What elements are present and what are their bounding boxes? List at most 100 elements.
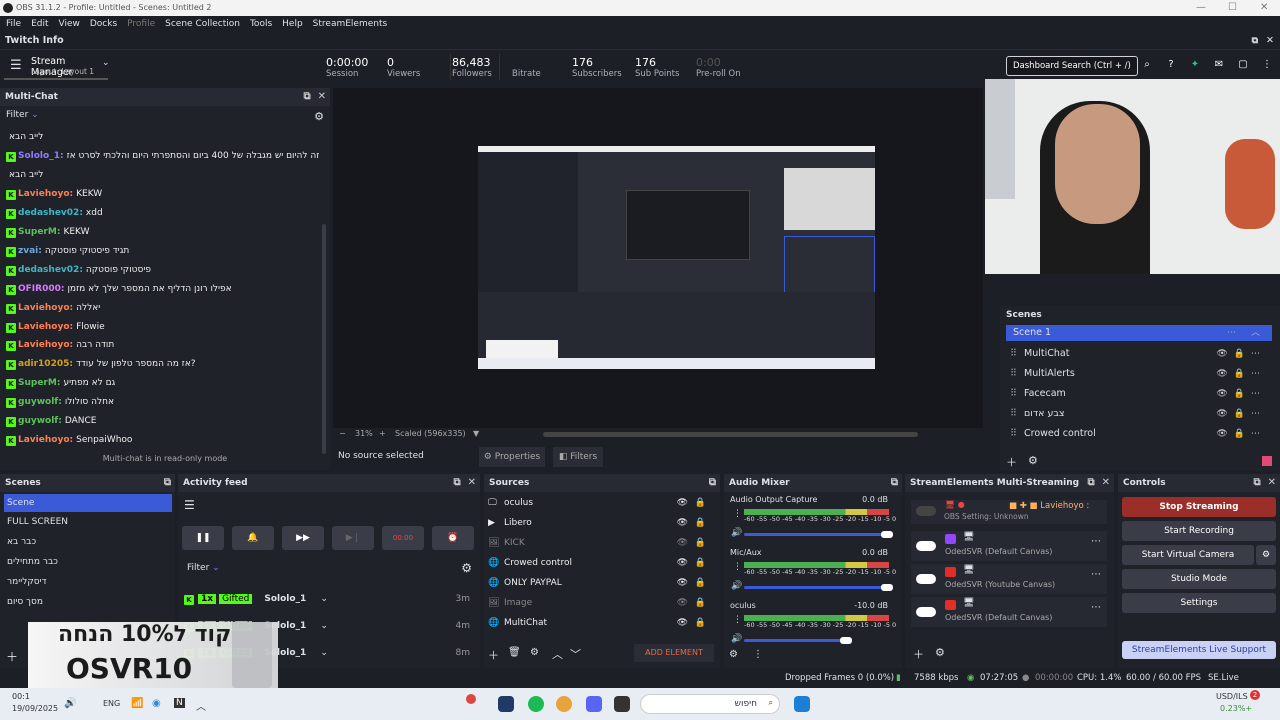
lock-icon[interactable]: 🔒 (695, 614, 706, 632)
activity-filter-button[interactable]: Filter ⌄ (187, 563, 220, 573)
spotify-icon[interactable] (528, 696, 544, 712)
source-item[interactable]: 🖵 oculus 👁 🔒 (488, 494, 712, 512)
source-item[interactable]: 🖼 Image 👁 🔒 (488, 594, 712, 612)
windows-start-icon[interactable] (794, 696, 810, 712)
live-support-button[interactable]: StreamElements Live Support (1122, 641, 1276, 659)
speaker-icon[interactable]: 🔊 (731, 634, 742, 644)
float-icon[interactable]: ⧉ (891, 474, 898, 492)
more-icon[interactable]: ⋯ (1091, 569, 1101, 580)
channel-menu-icon[interactable]: ⋮ (733, 509, 742, 519)
float-close-icons[interactable]: ⧉ ✕ (1088, 474, 1110, 492)
language-indicator[interactable]: ENG (103, 699, 120, 708)
float-icon[interactable]: ⧉ (709, 474, 716, 492)
preview-hscrollbar[interactable] (543, 432, 918, 437)
lock-icon[interactable]: 🔒 (695, 534, 706, 552)
slider-handle[interactable] (840, 637, 853, 644)
scene-item-disclaimer[interactable]: דיסקליימר (4, 573, 47, 591)
gear-icon[interactable]: ⚙ (530, 647, 539, 658)
speaker-icon[interactable]: 🔊 (731, 581, 742, 591)
more-icon[interactable]: ⋯ (1091, 602, 1101, 613)
more-icon[interactable]: ⋯ (1091, 536, 1101, 547)
chat-username[interactable]: dedashev02: (18, 208, 83, 218)
toggle-switch[interactable] (916, 541, 936, 551)
chat-icon[interactable]: ▢ (1236, 58, 1250, 72)
volume-slider[interactable] (744, 637, 853, 644)
menu-help[interactable]: Help (282, 19, 303, 29)
menu-file[interactable]: File (6, 19, 21, 29)
pause-button[interactable]: ❚❚ (182, 526, 224, 550)
gear-icon[interactable]: ⚙ (461, 561, 472, 575)
chevron-up-icon[interactable]: ︿ (196, 698, 206, 713)
bell-icon[interactable]: 🔔 (232, 526, 274, 550)
chat-username[interactable]: OFIR000: (18, 284, 64, 294)
chat-username[interactable]: Laviehoyo: (18, 303, 73, 313)
minimize-icon[interactable]: — (1196, 0, 1206, 16)
more-icon[interactable]: ⋮ (1260, 58, 1274, 72)
scene-item-crowed-control[interactable]: ⠿ Crowed control 👁🔒⋯ (1006, 426, 1272, 442)
move-up-icon[interactable]: ︿ (552, 646, 563, 662)
source-item[interactable]: ▶ Libero 👁 🔒 (488, 514, 712, 532)
gear-icon[interactable]: ⚙ (935, 646, 945, 659)
eye-icon[interactable]: 👁 (677, 534, 688, 552)
chevron-down-icon[interactable]: ⌄ (320, 594, 328, 604)
mail-icon[interactable]: ✉ (1212, 58, 1226, 72)
toggle-switch[interactable] (916, 607, 936, 617)
help-icon[interactable]: ? (1164, 58, 1178, 72)
chat-username[interactable]: guywolf: (18, 397, 62, 407)
studio-mode-button[interactable]: Studio Mode (1122, 569, 1276, 589)
dashboard-search-input[interactable]: Dashboard Search (Ctrl + /) (1006, 56, 1138, 76)
lock-icon[interactable]: 🔒 (695, 554, 706, 572)
chat-username[interactable]: zvai: (18, 246, 42, 256)
scene-item-coming[interactable]: כבר בא (4, 533, 36, 551)
discord-icon[interactable] (586, 696, 602, 712)
move-down-icon[interactable]: ﹀ (570, 646, 581, 662)
menu-profile[interactable]: Profile (127, 19, 155, 29)
close-icon[interactable]: ✕ (1266, 32, 1274, 50)
virtual-camera-gear-icon[interactable]: ⚙ (1256, 545, 1276, 565)
volume-icon[interactable]: 🔊 (64, 698, 76, 709)
start-recording-button[interactable]: Start Recording (1122, 521, 1276, 541)
gear-icon[interactable]: ⚙ (314, 110, 324, 123)
scene-item-multichat[interactable]: ⠿ MultiChat 👁🔒⋯ (1006, 346, 1272, 362)
zoom-in-button[interactable]: + (379, 429, 386, 438)
chat-username[interactable]: Sololo_1: (18, 151, 64, 161)
add-scene-icon[interactable]: ＋ (1006, 454, 1017, 470)
eye-icon[interactable]: 👁 (677, 514, 688, 532)
slider-handle[interactable] (881, 584, 893, 591)
chevron-down-icon[interactable]: ⌄ (320, 621, 328, 631)
slider-handle[interactable] (881, 531, 893, 538)
eye-icon[interactable]: 👁 (677, 594, 688, 612)
edge-icon[interactable]: ◉ (152, 698, 161, 709)
scene-item-end-screen[interactable]: מסך סיום (4, 593, 43, 611)
eye-icon[interactable]: 👁 (677, 614, 688, 632)
menu-view[interactable]: View (59, 19, 80, 29)
add-source-icon[interactable]: ＋ (488, 647, 499, 663)
rec-timer[interactable]: 00:00 (382, 526, 424, 550)
toggle-switch[interactable] (916, 506, 936, 516)
eye-icon[interactable]: 👁 (677, 494, 688, 512)
float-close-icons[interactable]: ⧉ ✕ (304, 88, 326, 106)
preview-canvas[interactable] (333, 88, 983, 428)
menu-tools[interactable]: Tools (250, 19, 272, 29)
more-icon[interactable]: ⋮ (753, 649, 763, 660)
zoom-dropdown-icon[interactable]: ▼ (473, 429, 479, 438)
lock-icon[interactable]: 🔒 (695, 574, 706, 592)
source-item[interactable]: 🖼 KICK 👁 🔒 (488, 534, 712, 552)
gear-icon[interactable]: ⚙ (1028, 454, 1038, 467)
channel-menu-icon[interactable]: ⋮ (733, 615, 742, 625)
search-icon[interactable]: ⌕ (1140, 58, 1154, 72)
chat-username[interactable]: Laviehoyo: (18, 435, 73, 445)
mixer-settings-icon[interactable]: ⚙ (729, 649, 738, 660)
extensions-icon[interactable]: ✦ (1188, 58, 1202, 72)
chat-username[interactable]: dedashev02: (18, 265, 83, 275)
wifi-icon[interactable]: 📶 (131, 698, 143, 709)
toggle-switch[interactable] (916, 574, 936, 584)
channel-menu-icon[interactable]: ⋮ (733, 562, 742, 572)
source-item[interactable]: 🌐 Crowed control 👁 🔒 (488, 554, 712, 572)
float-close-icons[interactable]: ⧉ ✕ (1254, 474, 1276, 492)
notification-icon[interactable] (466, 694, 476, 704)
chat-username[interactable]: adir10205: (18, 359, 73, 369)
obs-taskbar-icon[interactable] (614, 696, 630, 712)
scene-item-red-alert[interactable]: ⠿ צבע אדום 👁🔒⋯ (1006, 406, 1272, 422)
chat-username[interactable]: Laviehoyo: (18, 189, 73, 199)
